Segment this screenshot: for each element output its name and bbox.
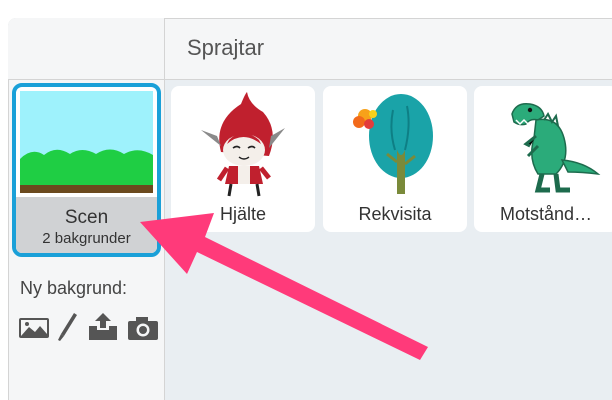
sprite-label: Hjälte — [219, 204, 267, 224]
sprite-tile-prop[interactable]: Rekvisita — [323, 86, 467, 232]
stage-header-cell — [8, 18, 165, 80]
sprite-tile-opponent[interactable]: Motstånd… — [474, 86, 612, 232]
backdrop-count: 2 bakgrunder — [42, 230, 131, 247]
red-hooded-hero-sprite — [201, 92, 285, 197]
paintbrush-icon[interactable] — [56, 312, 78, 342]
sprite-label: Rekvisita — [358, 204, 432, 224]
image-library-icon[interactable] — [18, 312, 52, 342]
green-dinosaur-sprite — [511, 102, 601, 193]
tree-sprite — [353, 94, 433, 194]
new-backdrop-label: Ny bakgrund: — [20, 278, 128, 298]
stage-thumbnail — [20, 91, 153, 193]
stage-name: Scen — [64, 207, 109, 228]
camera-icon[interactable] — [126, 312, 160, 342]
backdrop-thumbnail — [20, 91, 153, 193]
sprites-header: Sprajtar — [165, 18, 612, 80]
sprite-label: Motstånd… — [499, 204, 593, 224]
stage-tile[interactable]: Scen 2 bakgrunder — [12, 83, 161, 257]
sprites-title: Sprajtar — [187, 35, 265, 60]
upload-icon[interactable] — [86, 312, 120, 342]
stage-caption: Scen 2 bakgrunder — [16, 197, 157, 253]
sprite-tile-hero[interactable]: Hjälte — [171, 86, 315, 232]
